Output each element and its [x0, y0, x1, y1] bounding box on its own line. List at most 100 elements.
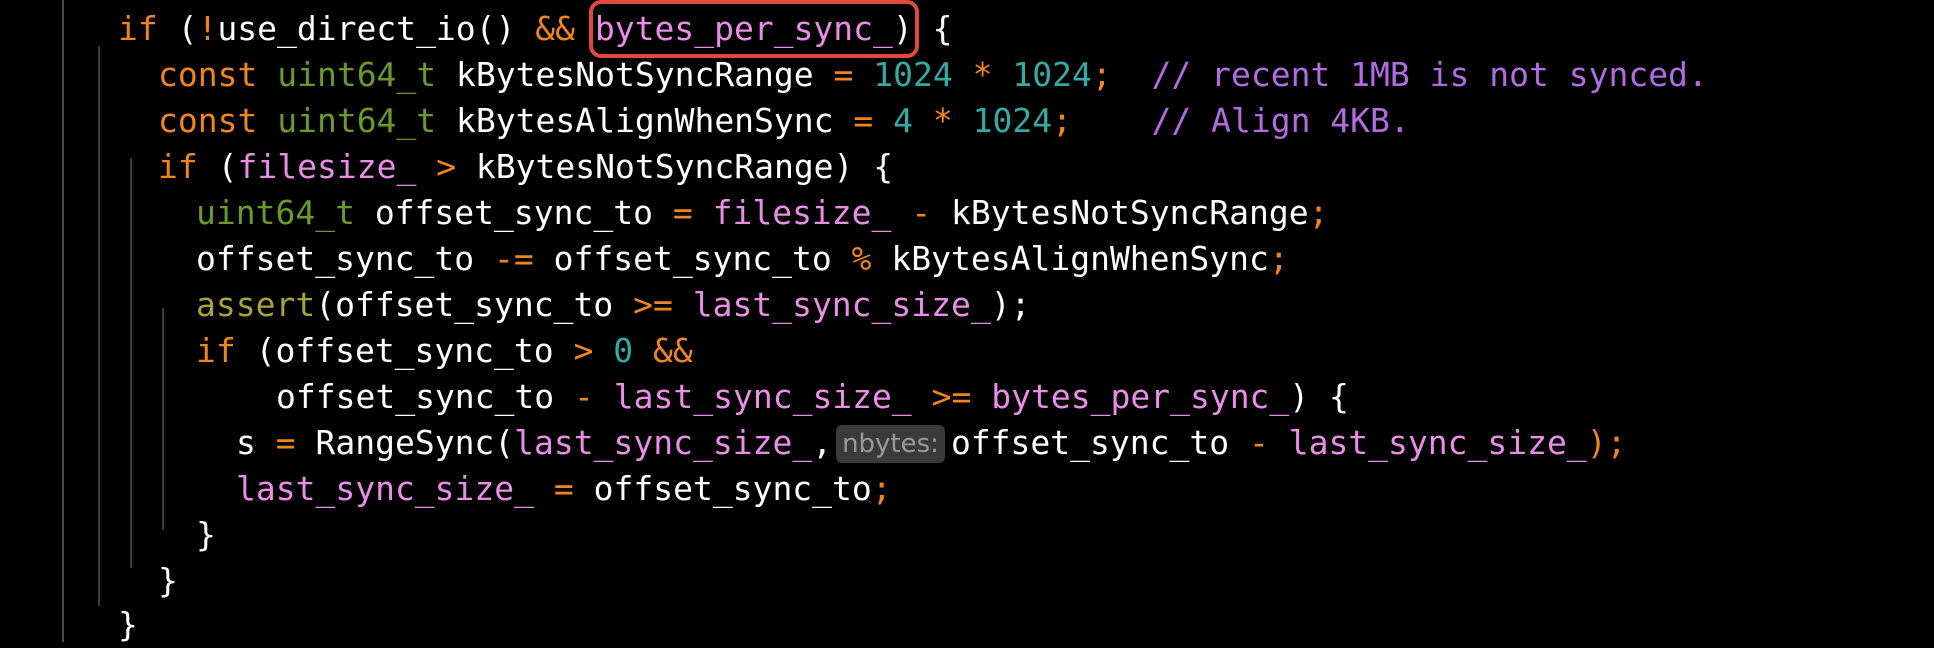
- code-keyword: const: [158, 55, 258, 94]
- code-variable: last_sync_size_: [514, 423, 813, 462]
- code-number: 1024: [972, 101, 1053, 140]
- code-text: ,: [812, 423, 833, 462]
- code-operator: );: [1586, 423, 1627, 462]
- code-text: }: [196, 515, 216, 554]
- code-type: uint64_t: [277, 101, 437, 140]
- code-keyword: if: [196, 331, 236, 370]
- code-text: s: [236, 423, 276, 462]
- code-line-13[interactable]: }: [158, 558, 178, 604]
- indent-guide: [98, 46, 100, 606]
- code-operator: =: [553, 469, 574, 508]
- code-line-8[interactable]: if (offset_sync_to > 0 &&: [196, 328, 693, 374]
- code-text: kBytesNotSyncRange: [436, 55, 834, 94]
- code-operator: >=: [633, 285, 673, 324]
- code-variable: bytes_per_sync_: [991, 377, 1290, 416]
- code-operator: ;: [1268, 239, 1289, 278]
- code-line-6[interactable]: offset_sync_to -= offset_sync_to % kByte…: [196, 236, 1289, 282]
- code-line-7[interactable]: assert(offset_sync_to >= last_sync_size_…: [196, 282, 1031, 328]
- code-operator: >: [573, 331, 594, 370]
- code-variable: last_sync_size_: [613, 377, 912, 416]
- code-keyword: if: [118, 9, 158, 48]
- code-number: 0: [613, 331, 634, 370]
- code-text: (offset_sync_to: [235, 331, 574, 370]
- code-line-12[interactable]: }: [196, 512, 216, 558]
- code-operator: -: [1248, 423, 1269, 462]
- code-operator: =: [672, 193, 693, 232]
- code-variable: filesize_: [237, 147, 417, 186]
- code-text: offset_sync_to: [354, 193, 673, 232]
- code-operator: %: [851, 239, 872, 278]
- code-operator: &&: [653, 331, 693, 370]
- code-line-9[interactable]: offset_sync_to - last_sync_size_ >= byte…: [276, 374, 1349, 420]
- code-line-11[interactable]: last_sync_size_ = offset_sync_to;: [236, 466, 892, 512]
- code-operator: ;: [1308, 193, 1329, 232]
- code-keyword: const: [158, 101, 258, 140]
- code-type: uint64_t: [196, 193, 355, 232]
- parameter-hint: nbytes:: [836, 425, 945, 463]
- indent-guide: [162, 308, 164, 530]
- code-variable: last_sync_size_: [1288, 423, 1587, 462]
- code-line-14[interactable]: }: [118, 602, 138, 648]
- code-operator: *: [932, 101, 953, 140]
- code-operator: >: [436, 147, 457, 186]
- code-operator: &&: [535, 9, 576, 48]
- code-comment: // recent 1MB is not synced.: [1151, 55, 1708, 94]
- code-number: 1024: [1012, 55, 1092, 94]
- code-text: }: [158, 561, 178, 600]
- code-operator: =: [275, 423, 296, 462]
- code-number: 4: [893, 101, 914, 140]
- code-operator: *: [972, 55, 993, 94]
- code-editor[interactable]: if (!use_direct_io() && bytes_per_sync_)…: [0, 0, 1934, 644]
- code-variable: filesize_: [712, 193, 892, 232]
- highlight-box: bytes_per_sync_): [588, 0, 919, 58]
- code-line-2[interactable]: const uint64_t kBytesNotSyncRange = 1024…: [158, 52, 1708, 98]
- code-text: offset_sync_to: [276, 377, 575, 416]
- code-text: ) {: [1289, 377, 1349, 416]
- code-text: kBytesNotSyncRange) {: [456, 147, 894, 186]
- code-operator: =: [833, 55, 854, 94]
- code-text: offset_sync_to: [573, 469, 872, 508]
- code-line-3[interactable]: const uint64_t kBytesAlignWhenSync = 4 *…: [158, 98, 1410, 144]
- code-line-4[interactable]: if (filesize_ > kBytesNotSyncRange) {: [158, 144, 893, 190]
- code-text: kBytesAlignWhenSync: [871, 239, 1269, 278]
- code-number: 1024: [873, 55, 953, 94]
- code-text: (offset_sync_to: [315, 285, 634, 324]
- code-text: }: [118, 605, 138, 644]
- code-line-1[interactable]: if (!use_direct_io() && bytes_per_sync_)…: [118, 0, 953, 58]
- code-line-10[interactable]: s = RangeSync(last_sync_size_, nbytes: off…: [236, 420, 1626, 466]
- code-line-5[interactable]: uint64_t offset_sync_to = filesize_ - kB…: [196, 190, 1329, 236]
- code-function: assert: [196, 285, 316, 324]
- code-operator: -: [574, 377, 594, 416]
- code-operator: -=: [494, 239, 534, 278]
- code-text: offset_sync_to: [533, 239, 852, 278]
- code-variable: bytes_per_sync_: [594, 9, 893, 48]
- code-comment: // Align 4KB.: [1151, 101, 1410, 140]
- code-variable: last_sync_size_: [236, 469, 535, 508]
- code-text: (: [197, 147, 238, 186]
- code-operator: !: [197, 9, 218, 48]
- code-variable: last_sync_size_: [692, 285, 991, 324]
- editor-gutter-border: [62, 0, 64, 642]
- indent-guide: [130, 158, 132, 568]
- code-text: RangeSync(: [295, 423, 515, 462]
- code-text: kBytesNotSyncRange: [931, 193, 1309, 232]
